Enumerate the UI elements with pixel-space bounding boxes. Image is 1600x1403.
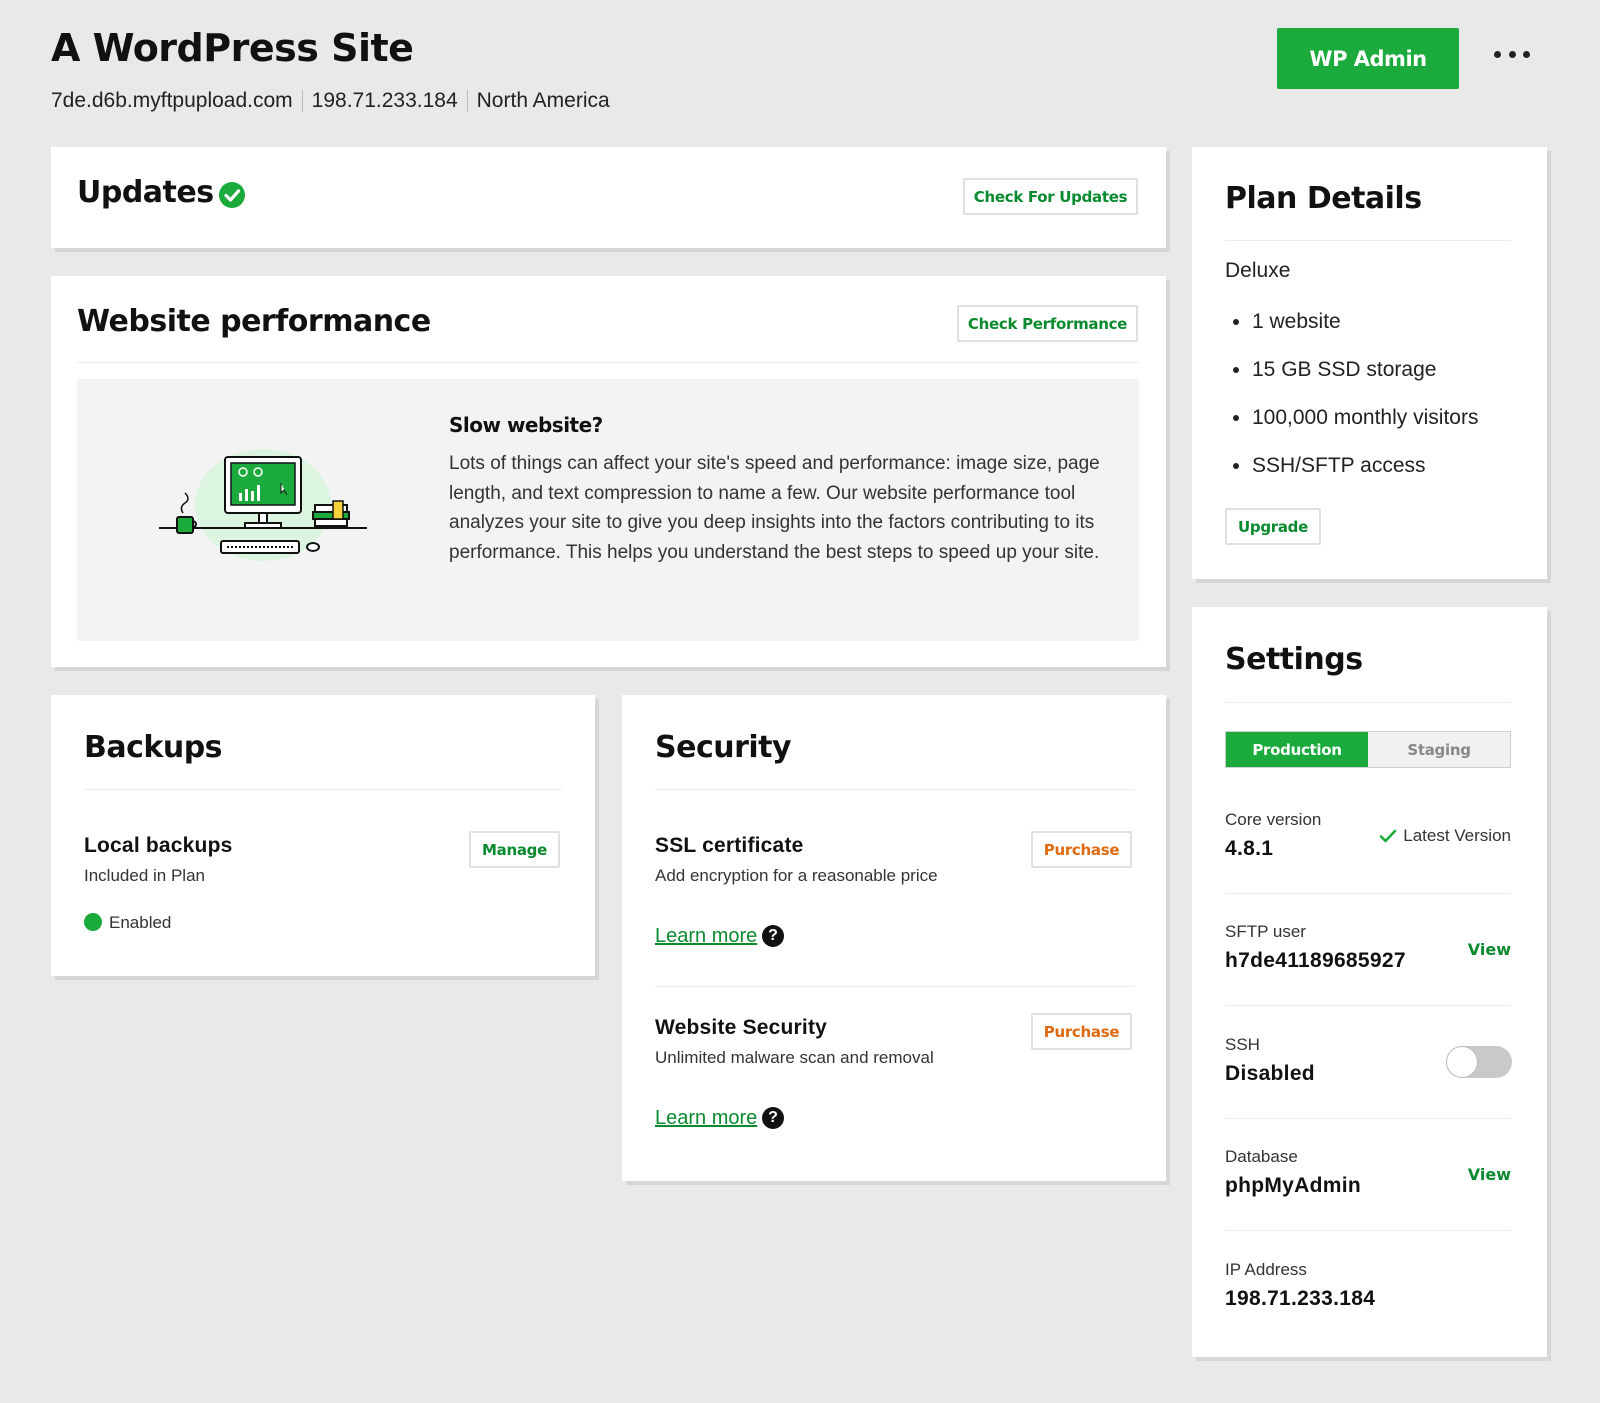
settings-title: Settings [1225, 642, 1363, 677]
upgrade-button[interactable]: Upgrade [1225, 508, 1321, 545]
slow-website-panel: Slow website? Lots of things can affect … [77, 379, 1139, 641]
website-security-learn-more-link[interactable]: Learn more [655, 1107, 757, 1130]
performance-title: Website performance [77, 304, 431, 339]
ssl-certificate-title: SSL certificate [655, 834, 804, 857]
wp-admin-button[interactable]: WP Admin [1277, 28, 1459, 89]
settings-card: Settings Production Staging Core version… [1192, 607, 1547, 1357]
more-options-icon[interactable] [1494, 44, 1530, 64]
website-security-title: Website Security [655, 1016, 828, 1039]
backups-card: Backups Local backups Included in Plan M… [51, 695, 595, 976]
plan-name: Deluxe [1225, 259, 1291, 282]
site-ip: 198.71.233.184 [311, 89, 458, 112]
ssh-toggle[interactable] [1446, 1046, 1512, 1078]
database-value: phpMyAdmin [1225, 1174, 1361, 1197]
checkmark-icon [1379, 829, 1397, 843]
divider [77, 362, 1139, 363]
divider [84, 789, 562, 790]
core-version-label: Core version [1225, 810, 1322, 829]
updates-card: Updates Check For Updates [51, 147, 1166, 248]
site-meta: 7de.d6b.myftpupload.com 198.71.233.184 N… [51, 89, 610, 113]
plan-feature: SSH/SFTP access [1252, 451, 1478, 499]
computer-illustration-icon [159, 449, 367, 561]
website-security-subtitle: Unlimited malware scan and removal [655, 1048, 934, 1067]
manage-backups-button[interactable]: Manage [469, 831, 560, 868]
ssh-label: SSH [1225, 1035, 1260, 1054]
ssl-purchase-button[interactable]: Purchase [1031, 831, 1132, 868]
site-region: North America [476, 89, 610, 112]
latest-version-text: Latest Version [1403, 826, 1511, 845]
check-updates-button[interactable]: Check For Updates [963, 178, 1138, 215]
divider [1225, 240, 1511, 241]
slow-website-heading: Slow website? [449, 413, 603, 437]
site-title: A WordPress Site [51, 26, 414, 70]
divider [1225, 1005, 1511, 1006]
sftp-user-value: h7de41189685927 [1225, 949, 1406, 972]
core-version-value: 4.8.1 [1225, 837, 1274, 860]
tab-staging[interactable]: Staging [1368, 732, 1510, 767]
updates-title: Updates [77, 175, 214, 210]
plan-feature: 15 GB SSD storage [1252, 355, 1478, 403]
sftp-user-label: SFTP user [1225, 922, 1306, 941]
site-domain: 7de.d6b.myftpupload.com [51, 89, 293, 112]
sftp-view-link[interactable]: View [1468, 940, 1511, 959]
meta-separator [466, 90, 468, 112]
security-title: Security [655, 730, 792, 765]
divider [1225, 1118, 1511, 1119]
ip-address-label: IP Address [1225, 1260, 1307, 1279]
help-icon[interactable]: ? [762, 925, 784, 947]
backups-status: Enabled [109, 913, 172, 932]
tab-production[interactable]: Production [1226, 732, 1368, 767]
ssh-value: Disabled [1225, 1062, 1315, 1085]
check-performance-button[interactable]: Check Performance [957, 305, 1138, 342]
plan-feature: 1 website [1252, 307, 1478, 355]
divider [1225, 893, 1511, 894]
performance-card: Website performance Check Performance Sl… [51, 276, 1166, 667]
local-backups-title: Local backups [84, 834, 233, 857]
performance-description: Lots of things can affect your site's sp… [449, 453, 1100, 563]
divider [1225, 1230, 1511, 1231]
database-view-link[interactable]: View [1468, 1165, 1511, 1184]
ssl-learn-more-link[interactable]: Learn more [655, 925, 757, 948]
latest-version-status: Latest Version [1379, 826, 1511, 846]
website-security-purchase-button[interactable]: Purchase [1031, 1013, 1132, 1050]
local-backups-subtitle: Included in Plan [84, 866, 205, 885]
plan-details-card: Plan Details Deluxe 1 website 15 GB SSD … [1192, 147, 1547, 579]
backups-title: Backups [84, 730, 223, 765]
meta-separator [301, 90, 303, 112]
plan-feature: 100,000 monthly visitors [1252, 403, 1478, 451]
status-dot-icon [84, 913, 102, 931]
database-label: Database [1225, 1147, 1298, 1166]
divider [655, 986, 1133, 987]
security-card: Security SSL certificate Add encryption … [622, 695, 1166, 1181]
divider [655, 789, 1133, 790]
ip-address-value: 198.71.233.184 [1225, 1287, 1376, 1310]
environment-toggle: Production Staging [1225, 731, 1511, 768]
help-icon[interactable]: ? [762, 1107, 784, 1129]
ssl-certificate-subtitle: Add encryption for a reasonable price [655, 866, 938, 885]
divider [1225, 702, 1511, 703]
plan-features-list: 1 website 15 GB SSD storage 100,000 mont… [1252, 307, 1478, 499]
check-circle-icon [219, 182, 245, 208]
plan-details-title: Plan Details [1225, 181, 1422, 216]
